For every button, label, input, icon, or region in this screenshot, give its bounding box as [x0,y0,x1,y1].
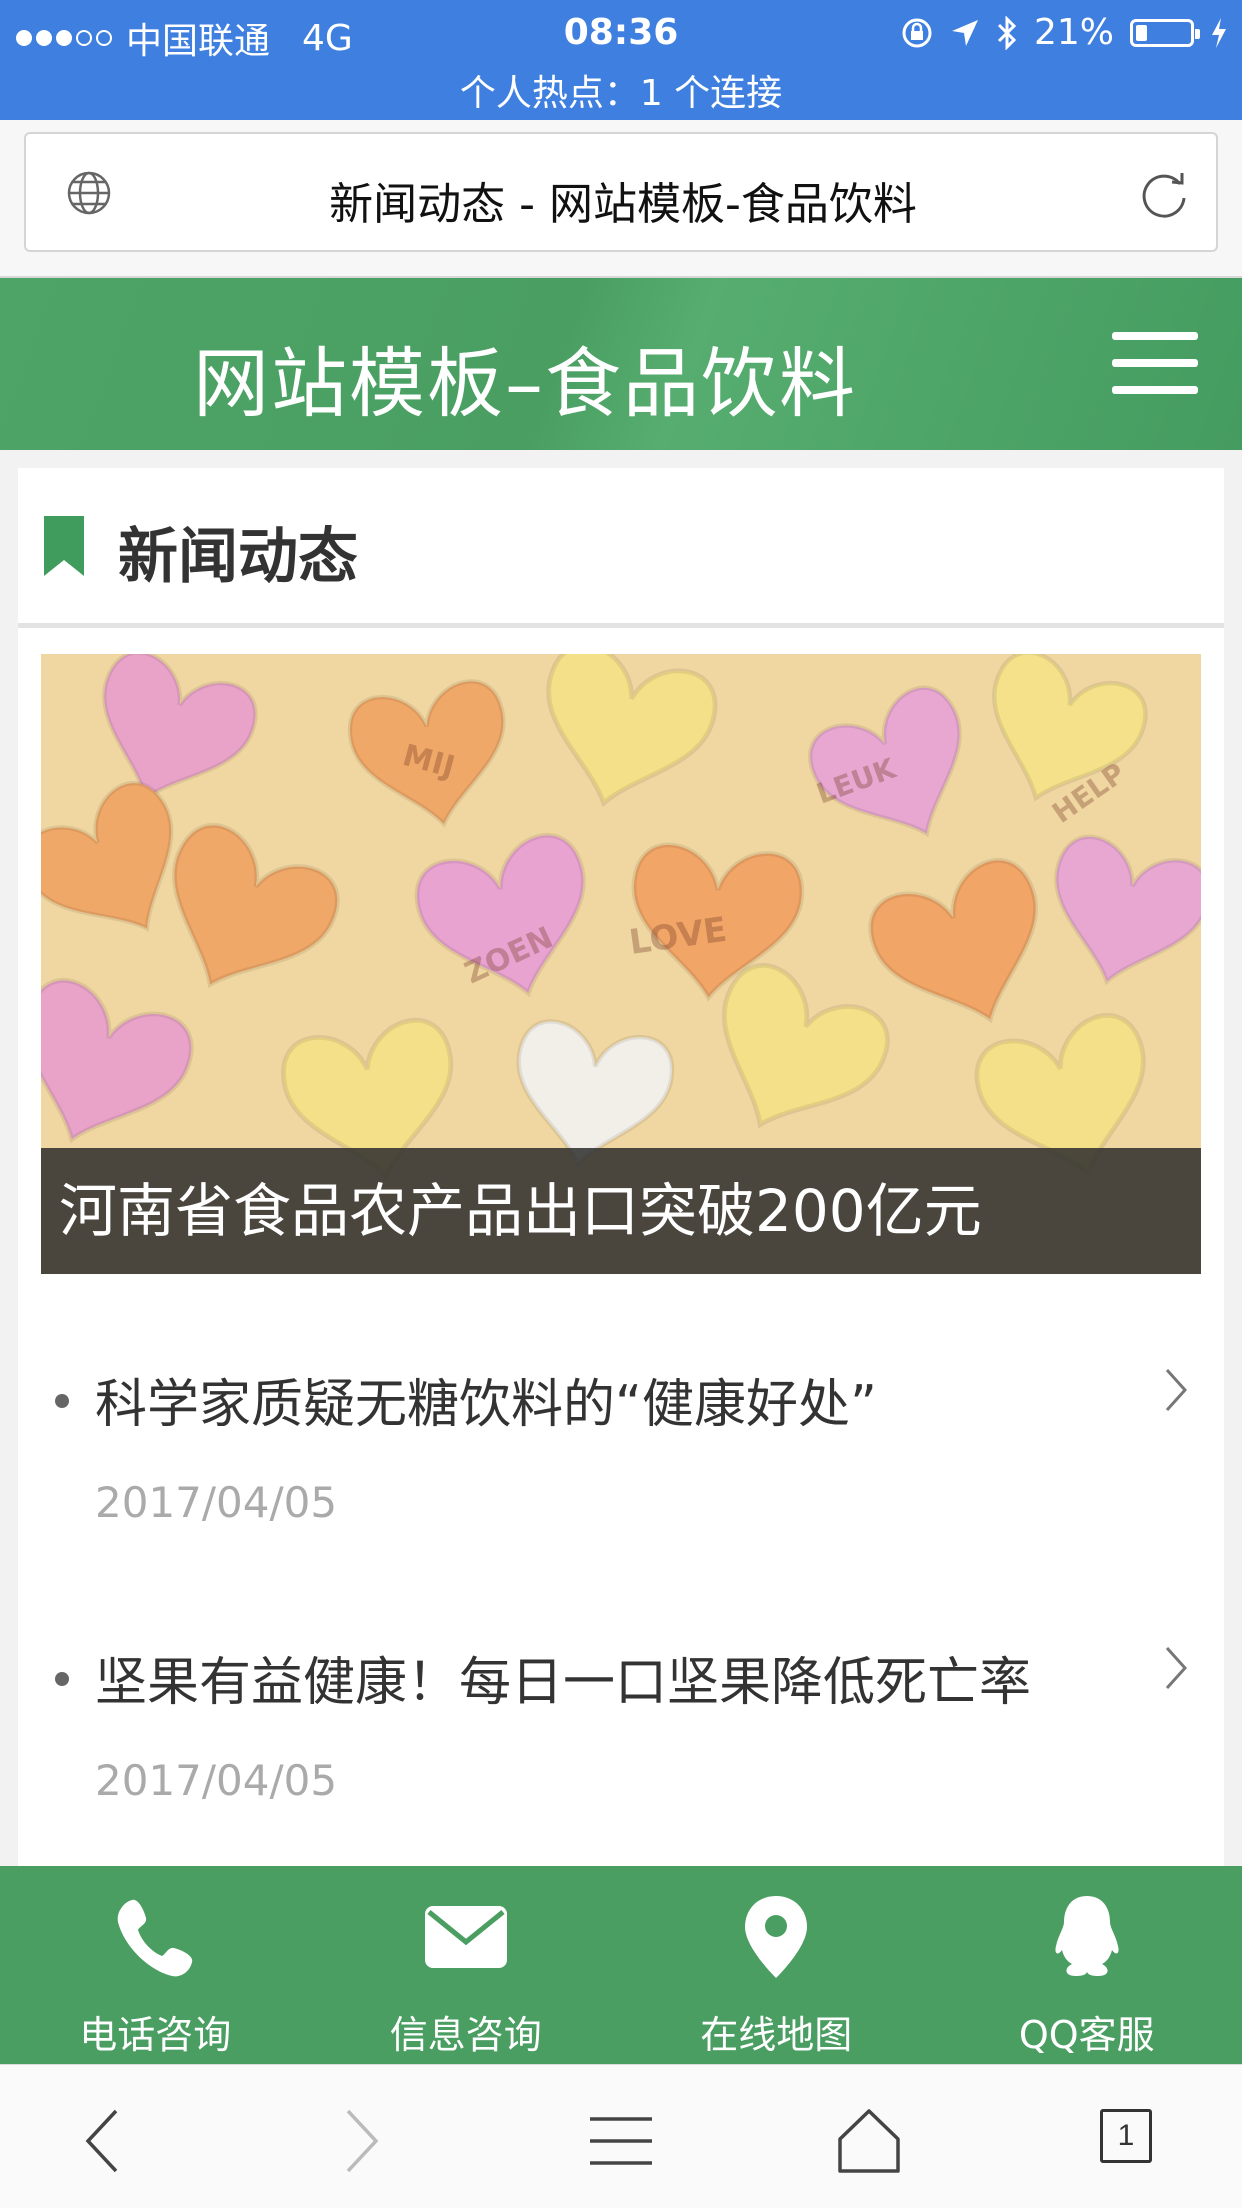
bookmark-icon [44,516,84,576]
battery-icon [1130,18,1200,47]
contact-label: 信息咨询 [389,2013,542,2057]
hamburger-menu-icon[interactable] [1112,330,1198,396]
qq-icon [1055,1896,1119,1976]
phone-consult-button[interactable]: 电话咨询 [0,1866,311,2064]
section-header: 新闻动态 [18,468,1224,628]
news-list-item[interactable]: 科学家质疑无糖饮料的“健康好处” 2017/04/05 [41,1318,1201,1578]
mail-icon [424,1906,507,1968]
charging-bolt-icon [1212,17,1226,48]
status-bar: 中国联通 4G 08:36 21% 个人热点：1 个连接 [0,0,1242,120]
news-title: 坚果有益健康！每日一口坚果降低死亡率 [95,1653,1032,1713]
orientation-lock-icon [902,18,932,47]
bullet-dot [55,1394,69,1408]
location-arrow-icon [951,19,978,46]
news-date: 2017/04/05 [95,1756,338,1805]
address-field[interactable]: 新闻动态 - 网站模板-食品饮料 [24,132,1218,252]
contact-label: 在线地图 [700,2013,853,2057]
site-title[interactable]: 网站模板–食品饮料 [0,322,1050,432]
qq-service-button[interactable]: QQ客服 [932,1866,1242,2064]
forward-arrow-icon[interactable] [324,2105,394,2175]
back-arrow-icon[interactable] [70,2105,140,2175]
page-title: 新闻动态 - 网站模板-食品饮料 [329,179,917,230]
contact-label: QQ客服 [1018,2013,1155,2057]
site-header: 网站模板–食品饮料 [0,278,1242,450]
phone-icon [117,1899,193,1977]
news-list-item[interactable]: 坚果有益健康！每日一口坚果降低死亡率 2017/04/05 [41,1596,1201,1856]
online-map-button[interactable]: 在线地图 [621,1866,932,2064]
message-consult-button[interactable]: 信息咨询 [311,1866,622,2064]
section-title: 新闻动态 [118,522,358,592]
menu-lines-icon[interactable] [586,2105,656,2175]
browser-address-bar: 新闻动态 - 网站模板-食品饮料 [0,120,1242,278]
reload-icon[interactable] [1136,166,1192,222]
bluetooth-icon [997,15,1017,50]
tab-count-button[interactable]: 1 [1100,2109,1152,2163]
home-icon[interactable] [834,2105,904,2175]
news-card: 新闻动态 LOVE MIJ ZOEN LEUK HELP 河南省食品农产品出口突… [18,468,1224,1868]
contact-bar: 电话咨询 信息咨询 在线地图 QQ客服 [0,1866,1242,2064]
status-right: 21% [900,12,1228,53]
contact-label: 电话咨询 [79,2013,232,2057]
news-date: 2017/04/05 [95,1478,338,1527]
news-title: 科学家质疑无糖饮料的“健康好处” [95,1375,877,1435]
featured-news[interactable]: LOVE MIJ ZOEN LEUK HELP 河南省食品农产品出口突破200亿… [41,654,1201,1274]
hotspot-banner[interactable]: 个人热点：1 个连接 [0,64,1242,116]
featured-caption: 河南省食品农产品出口突破200亿元 [41,1148,1201,1274]
chevron-right-icon [1165,1368,1188,1412]
battery-percent: 21% [1033,12,1114,53]
browser-toolbar: 1 [0,2064,1242,2208]
bullet-dot [55,1672,69,1686]
map-pin-icon [745,1896,808,1978]
chevron-right-icon [1165,1646,1188,1690]
